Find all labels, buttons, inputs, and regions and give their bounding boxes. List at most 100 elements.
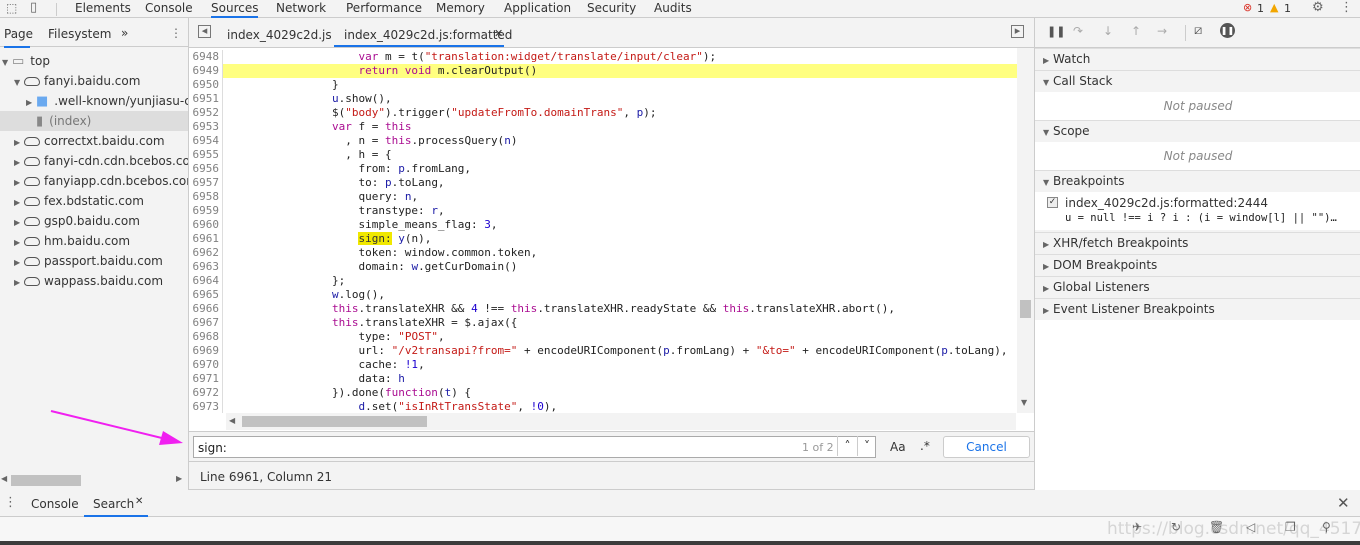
line-number[interactable]: 6951 xyxy=(189,92,223,106)
tab-audits[interactable]: Audits xyxy=(654,1,692,15)
tab-console[interactable]: Console xyxy=(145,1,193,15)
collapse-arrow-icon[interactable]: ▶ xyxy=(26,93,36,111)
line-number[interactable]: 6966 xyxy=(189,302,223,316)
tab-memory[interactable]: Memory xyxy=(436,1,485,15)
pause-icon[interactable]: ❚❚ xyxy=(1047,25,1065,38)
tab-performance[interactable]: Performance xyxy=(346,1,422,15)
line-number[interactable]: 6956 xyxy=(189,162,223,176)
collapse-arrow-icon[interactable]: ▶ xyxy=(14,133,24,151)
scroll-right-icon[interactable]: ▶ xyxy=(176,474,182,483)
navigator-menu-icon[interactable]: ⋮ xyxy=(170,26,182,40)
search-icon[interactable]: ⚲ xyxy=(1322,520,1331,534)
toggle-debugger-icon[interactable]: ▸ xyxy=(1011,25,1024,38)
collapse-arrow-icon[interactable]: ▶ xyxy=(14,213,24,231)
tab-page[interactable]: Page xyxy=(4,27,33,48)
scrollbar-thumb[interactable] xyxy=(11,475,81,486)
scroll-left-icon[interactable]: ◀ xyxy=(229,416,235,425)
rocket-icon[interactable]: ✈ xyxy=(1132,520,1142,534)
error-count[interactable]: 1 xyxy=(1257,2,1264,15)
code-line[interactable]: 6953 var f = this xyxy=(189,120,1017,134)
pause-on-exceptions-icon[interactable]: ❚❚ xyxy=(1220,23,1235,38)
code-line[interactable]: 6948 var m = t("translation:widget/trans… xyxy=(189,50,1017,64)
tree-item[interactable]: ▶ fex.bdstatic.com xyxy=(0,191,188,211)
warning-icon[interactable]: ▲ xyxy=(1270,1,1278,14)
code-vertical-scrollbar[interactable]: ▼ xyxy=(1017,48,1034,413)
line-number[interactable]: 6950 xyxy=(189,78,223,92)
line-number[interactable]: 6955 xyxy=(189,148,223,162)
code-line[interactable]: 6957 to: p.toLang, xyxy=(189,176,1017,190)
drawer-tab-search[interactable]: Search ✕ xyxy=(84,490,148,517)
tree-item[interactable]: ▶ gsp0.baidu.com xyxy=(0,211,188,231)
code-horizontal-scrollbar[interactable]: ◀ xyxy=(226,413,1016,430)
speaker-icon[interactable]: ◁ xyxy=(1246,520,1255,534)
line-number[interactable]: 6969 xyxy=(189,344,223,358)
code-line[interactable]: 6958 query: n, xyxy=(189,190,1017,204)
tab-application[interactable]: Application xyxy=(504,1,571,15)
code-line[interactable]: 6972 }).done(function(t) { xyxy=(189,386,1017,400)
code-line[interactable]: 6968 type: "POST", xyxy=(189,330,1017,344)
step-into-icon[interactable]: ↓ xyxy=(1103,24,1113,38)
navigator-horizontal-scrollbar[interactable]: ◀ ▶ xyxy=(0,472,188,489)
line-number[interactable]: 6959 xyxy=(189,204,223,218)
tab-elements[interactable]: Elements xyxy=(75,1,131,15)
scroll-down-icon[interactable]: ▼ xyxy=(1021,398,1027,407)
code-line[interactable]: 6970 cache: !1, xyxy=(189,358,1017,372)
tab-network[interactable]: Network xyxy=(276,1,326,15)
error-icon[interactable]: ⊗ xyxy=(1243,1,1252,14)
tree-item[interactable]: ▶ passport.baidu.com xyxy=(0,251,188,271)
code-line[interactable]: 6954 , n = this.processQuery(n) xyxy=(189,134,1017,148)
drawer-tab-console[interactable]: Console xyxy=(31,497,79,511)
code-line[interactable]: 6969 url: "/v2transapi?from=" + encodeUR… xyxy=(189,344,1017,358)
find-next-icon[interactable]: ˅ xyxy=(857,436,876,456)
section-dom-breakpoints[interactable]: ▶ DOM Breakpoints xyxy=(1035,254,1360,276)
tree-item[interactable]: ▮ (index) xyxy=(0,111,188,131)
regex-button[interactable]: .* xyxy=(920,439,930,453)
line-number[interactable]: 6954 xyxy=(189,134,223,148)
tab-filesystem[interactable]: Filesystem xyxy=(48,27,111,41)
collapse-arrow-icon[interactable]: ▶ xyxy=(14,173,24,191)
line-number[interactable]: 6953 xyxy=(189,120,223,134)
step-out-icon[interactable]: ↑ xyxy=(1131,24,1141,38)
code-line[interactable]: 6962 token: window.common.token, xyxy=(189,246,1017,260)
collapse-arrow-icon[interactable]: ▶ xyxy=(14,253,24,271)
line-number[interactable]: 6967 xyxy=(189,316,223,330)
section-global-listeners[interactable]: ▶ Global Listeners xyxy=(1035,276,1360,298)
code-line[interactable]: 6971 data: h xyxy=(189,372,1017,386)
section-event-listener-breakpoints[interactable]: ▶ Event Listener Breakpoints xyxy=(1035,298,1360,320)
line-number[interactable]: 6952 xyxy=(189,106,223,120)
code-line[interactable]: 6952 $("body").trigger("updateFromTo.dom… xyxy=(189,106,1017,120)
more-menu-icon[interactable]: ⋮ xyxy=(1340,0,1353,15)
code-line[interactable]: 6967 this.translateXHR = $.ajax({ xyxy=(189,316,1017,330)
deactivate-breakpoints-icon[interactable]: ⧄ xyxy=(1194,23,1202,38)
step-icon[interactable]: → xyxy=(1157,24,1167,38)
code-line[interactable]: 6960 simple_means_flag: 3, xyxy=(189,218,1017,232)
line-number[interactable]: 6962 xyxy=(189,246,223,260)
step-over-icon[interactable]: ↷ xyxy=(1073,24,1083,38)
line-number[interactable]: 6971 xyxy=(189,372,223,386)
line-number[interactable]: 6948 xyxy=(189,50,223,64)
line-number[interactable]: 6964 xyxy=(189,274,223,288)
line-number[interactable]: 6957 xyxy=(189,176,223,190)
tree-item[interactable]: ▼ ▭ top xyxy=(0,51,188,71)
tree-item[interactable]: ▶■ .well-known/yunjiasu-cgi/ xyxy=(0,91,188,111)
expand-arrow-icon[interactable]: ▼ xyxy=(14,73,24,91)
line-number[interactable]: 6972 xyxy=(189,386,223,400)
line-number[interactable]: 6965 xyxy=(189,288,223,302)
find-previous-icon[interactable]: ˄ xyxy=(837,436,857,456)
line-number[interactable]: 6960 xyxy=(189,218,223,232)
cancel-button[interactable]: Cancel xyxy=(943,436,1030,458)
refresh-icon[interactable]: ↻ xyxy=(1171,520,1181,534)
toggle-navigator-icon[interactable]: ◂ xyxy=(198,25,211,38)
code-line[interactable]: 6966 this.translateXHR && 4 !== this.tra… xyxy=(189,302,1017,316)
line-number[interactable]: 6970 xyxy=(189,358,223,372)
inspect-element-icon[interactable]: ⬚ xyxy=(6,1,17,15)
tree-item[interactable]: ▶ wappass.baidu.com xyxy=(0,271,188,291)
tree-item[interactable]: ▼ fanyi.baidu.com xyxy=(0,71,188,91)
close-tab-icon[interactable]: ✕ xyxy=(135,496,143,507)
tree-item[interactable]: ▶ fanyiapp.cdn.bcebos.com xyxy=(0,171,188,191)
editor-tab-original[interactable]: index_4029c2d.js xyxy=(227,28,332,42)
section-watch[interactable]: ▶ Watch xyxy=(1035,48,1360,70)
line-number[interactable]: 6949 xyxy=(189,64,223,78)
close-tab-icon[interactable]: ✕ xyxy=(494,27,503,40)
editor-tab-formatted[interactable]: index_4029c2d.js:formatted ✕ xyxy=(334,18,512,47)
